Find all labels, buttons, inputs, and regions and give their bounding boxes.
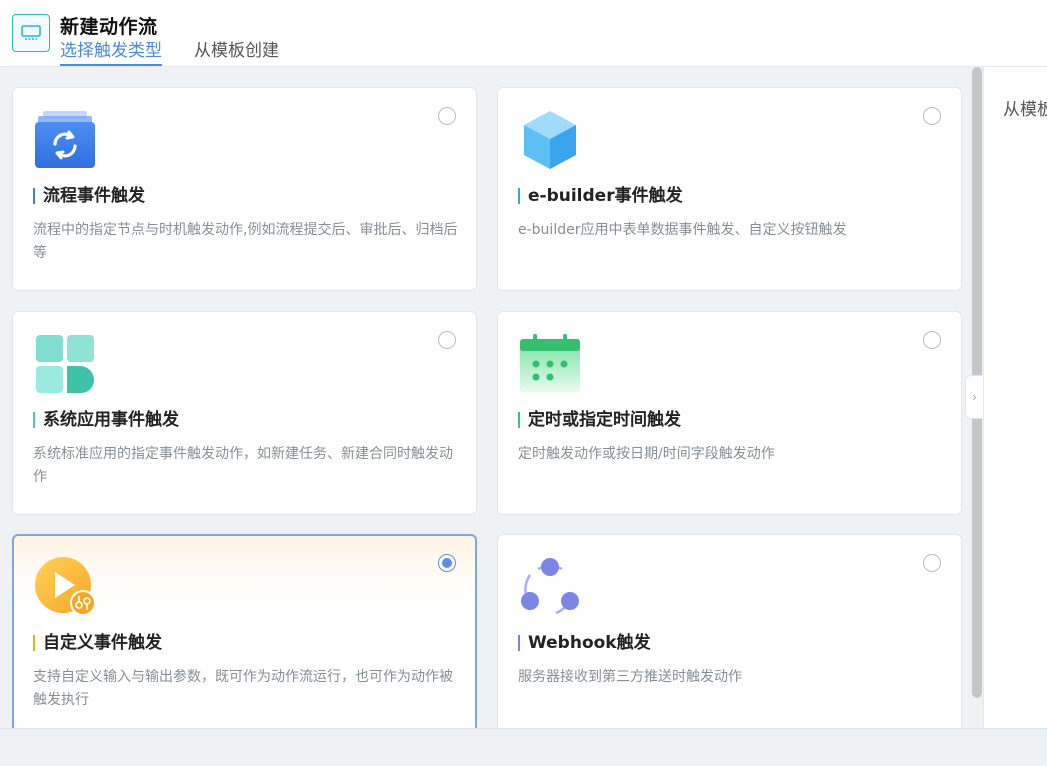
card-description: 服务器接收到第三方推送时触发动作 [518,669,742,685]
page-title: 新建动作流 [60,16,158,38]
footer-bar [0,728,1047,766]
trigger-type-list: 流程事件触发 流程中的指定节点与时机触发动作,例如流程提交后、审批后、归档后等 … [0,67,983,728]
header: 新建动作流 选择触发类型 从模板创建 [0,0,1047,67]
radio-button-checked[interactable] [438,554,456,572]
card-description: 支持自定义输入与输出参数，既可作为动作流运行，也可作为动作被触发执行 [33,669,453,708]
card-title: e-builder事件触发 [518,186,683,206]
template-preview-panel: 从模板 [983,67,1047,728]
radio-button[interactable] [438,331,456,349]
trigger-card-system-app-event[interactable]: 系统应用事件触发 系统标准应用的指定事件触发动作，如新建任务、新建合同时触发动作 [12,311,477,515]
radio-button[interactable] [923,107,941,125]
card-description: e-builder应用中表单数据事件触发、自定义按钮触发 [518,222,847,238]
play-custom-icon [33,555,97,619]
card-title: 定时或指定时间触发 [518,410,681,430]
trigger-card-custom-event[interactable]: 自定义事件触发 支持自定义输入与输出参数，既可作为动作流运行，也可作为动作被触发… [12,534,477,728]
radio-button[interactable] [923,554,941,572]
card-title: 系统应用事件触发 [33,410,179,430]
trigger-card-webhook[interactable]: Webhook触发 服务器接收到第三方推送时触发动作 [497,534,962,728]
card-description: 系统标准应用的指定事件触发动作，如新建任务、新建合同时触发动作 [33,446,453,485]
apps-grid-icon [33,332,97,396]
tab-create-from-template[interactable]: 从模板创建 [194,40,279,66]
monitor-icon [12,14,50,52]
card-description: 流程中的指定节点与时机触发动作,例如流程提交后、审批后、归档后等 [33,222,458,261]
trigger-card-workflow-event[interactable]: 流程事件触发 流程中的指定节点与时机触发动作,例如流程提交后、审批后、归档后等 [12,87,477,291]
panel-title: 从模板 [1003,100,1047,120]
workflow-refresh-icon [33,108,97,172]
card-title: 自定义事件触发 [33,633,162,653]
card-title: Webhook触发 [518,633,651,653]
calendar-icon [518,332,582,396]
cube-icon [518,108,582,172]
radio-button[interactable] [438,107,456,125]
radio-button[interactable] [923,331,941,349]
panel-toggle-button[interactable]: › [965,375,983,419]
trigger-card-scheduled[interactable]: 定时或指定时间触发 定时触发动作或按日期/时间字段触发动作 [497,311,962,515]
chevron-right-icon: › [972,390,977,404]
tab-select-trigger-type[interactable]: 选择触发类型 [60,40,162,66]
webhook-icon [518,555,582,619]
card-title: 流程事件触发 [33,186,145,206]
trigger-card-ebuilder-event[interactable]: e-builder事件触发 e-builder应用中表单数据事件触发、自定义按钮… [497,87,962,291]
card-description: 定时触发动作或按日期/时间字段触发动作 [518,446,775,462]
